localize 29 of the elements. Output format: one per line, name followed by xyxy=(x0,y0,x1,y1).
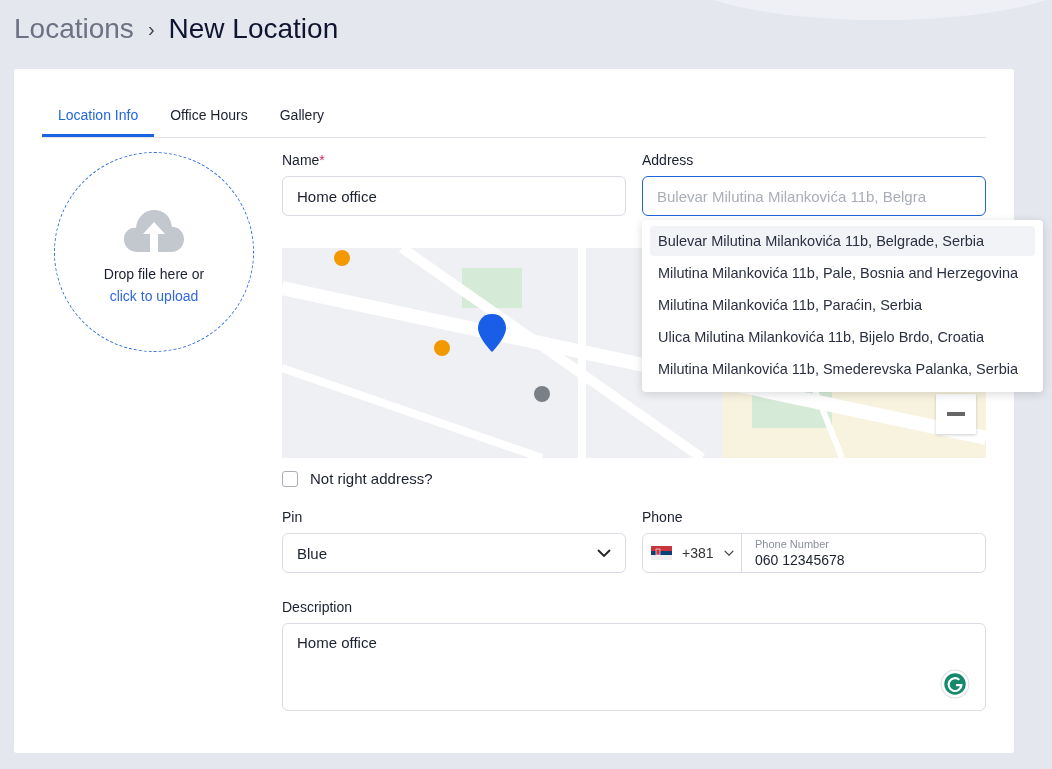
suggestion-item[interactable]: Milutina Milankovića 11b, Paraćin, Serbia xyxy=(650,290,1035,320)
field-label: Description xyxy=(282,599,354,615)
minus-icon xyxy=(947,412,965,416)
field-label: Name xyxy=(282,152,320,168)
tab[interactable]: Office Hours xyxy=(154,99,264,137)
upload-link[interactable]: click to upload xyxy=(109,288,199,304)
zoom-out-button[interactable] xyxy=(936,394,976,434)
field-label: Phone xyxy=(642,509,684,525)
suggestion-item[interactable]: Milutina Milankovića 11b, Pale, Bosnia and Herzegovina xyxy=(650,258,1035,288)
page-title: New Location xyxy=(168,13,339,45)
chevron-down-icon xyxy=(597,549,611,557)
field-label: Pin xyxy=(282,509,304,525)
name-input[interactable]: Home office xyxy=(282,176,626,216)
suggestion-item[interactable]: Ulica Milutina Milankovića 11b, Bijelo Brdo, Croatia xyxy=(650,322,1035,352)
pin-select[interactable]: Blue xyxy=(282,533,626,573)
field-label: Address xyxy=(642,152,695,168)
checkbox[interactable] xyxy=(282,470,298,487)
upload-dropzone[interactable]: Drop file here or click to upload xyxy=(54,152,254,352)
breadcrumb-link[interactable]: Locations xyxy=(14,13,134,45)
tab[interactable]: Location Info xyxy=(42,99,155,137)
suggestion-item[interactable]: Bulevar Milutina Milankovića 11b, Belgrade, Serbia xyxy=(650,226,1035,256)
cloud-upload-icon xyxy=(124,208,184,254)
dropzone-text: Drop file here or xyxy=(103,266,205,282)
description-textarea[interactable]: Home office xyxy=(282,623,986,711)
checkbox-label: Not right address? xyxy=(310,470,433,487)
tab[interactable]: Gallery xyxy=(263,99,341,137)
suggestion-item[interactable]: Milutina Milankovića 11b, Smederevska Palanka, Serbia xyxy=(650,354,1035,384)
breadcrumb-separator: › xyxy=(147,17,155,41)
required-mark: * xyxy=(319,152,325,168)
